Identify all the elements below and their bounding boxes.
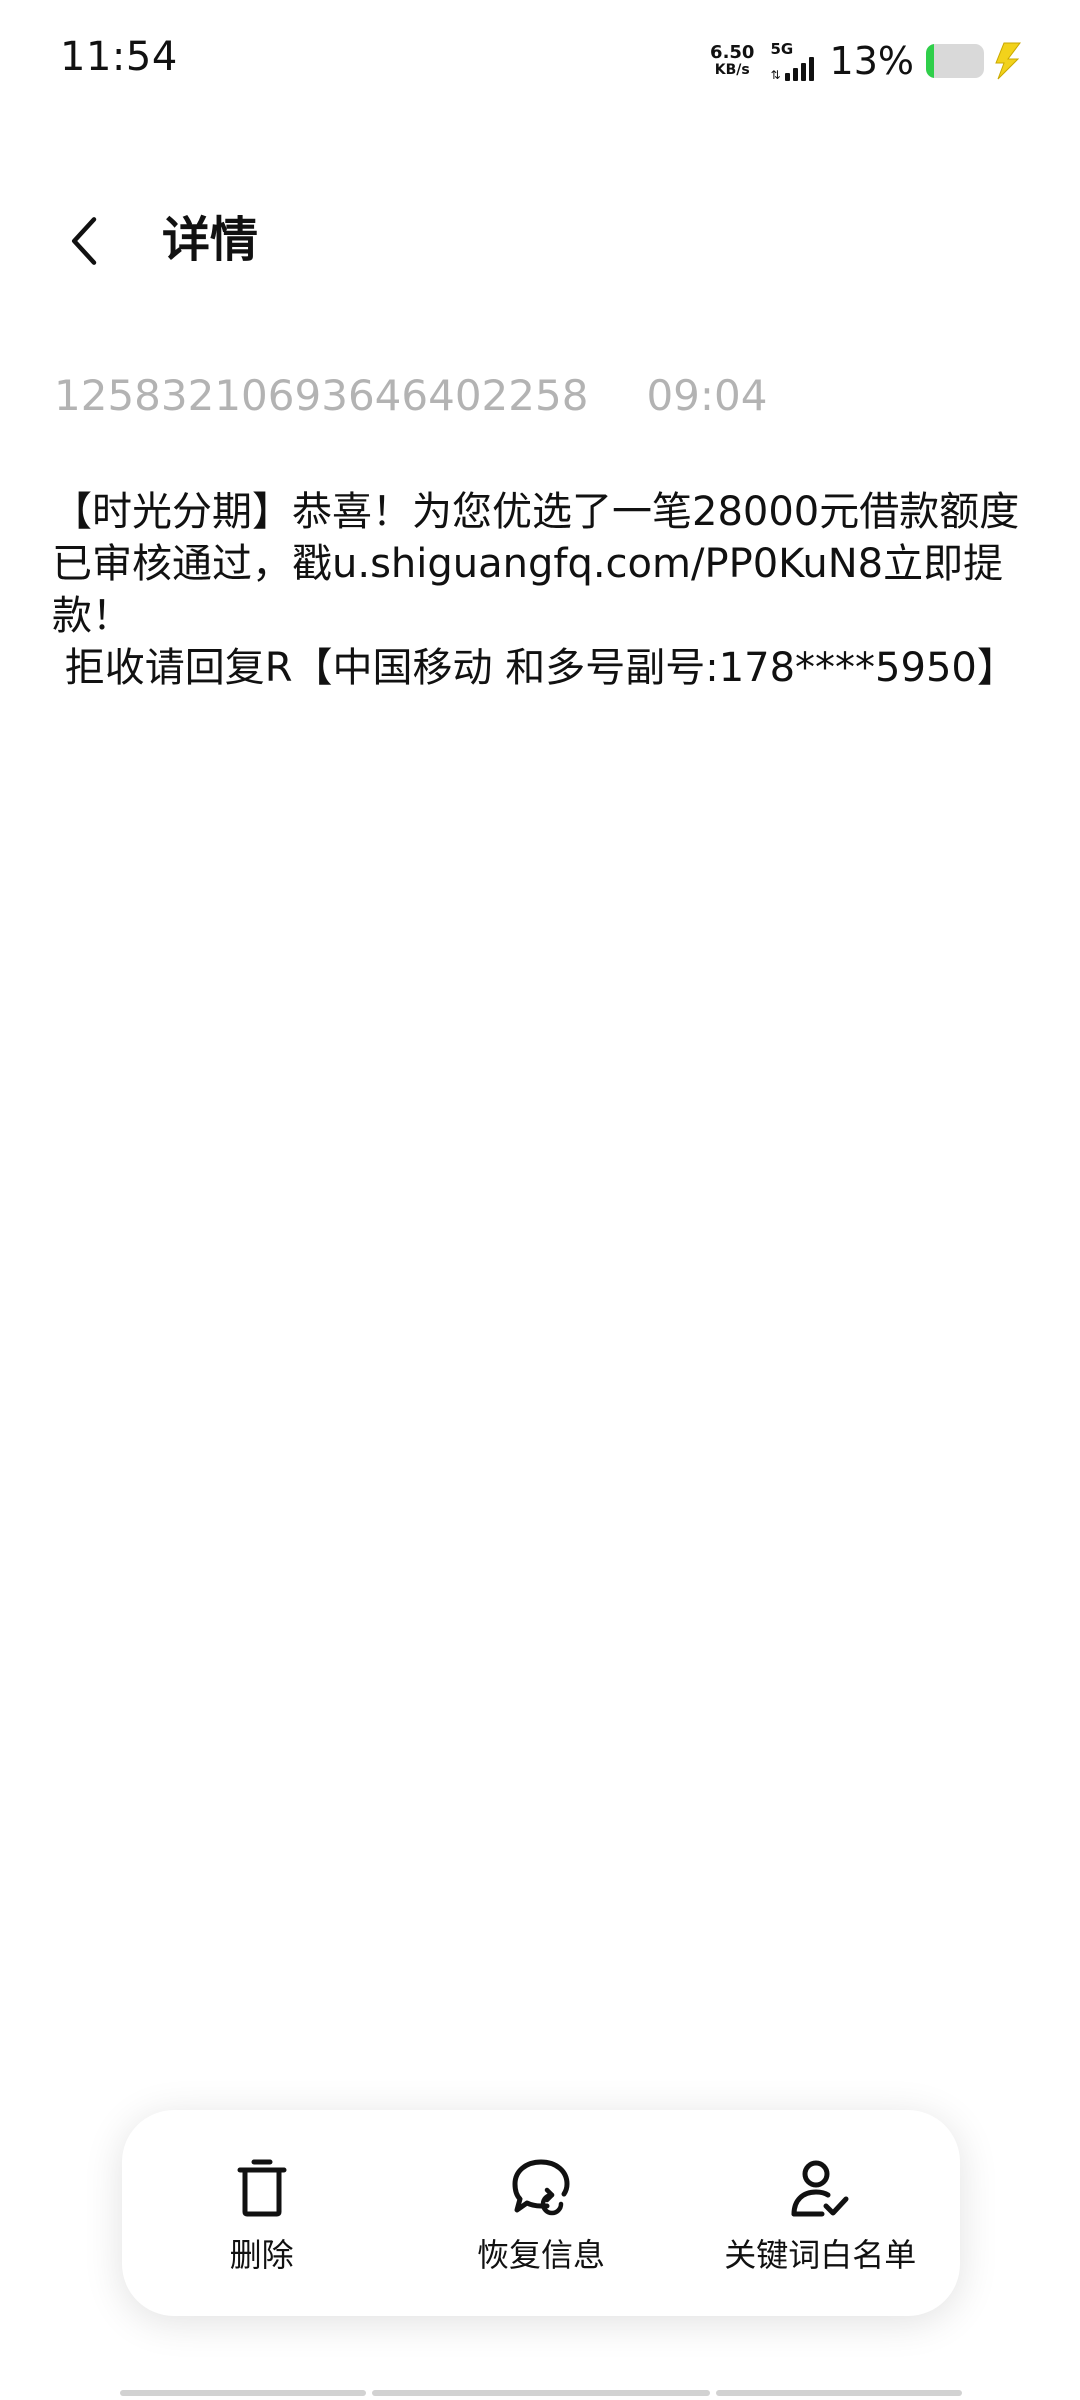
keyword-whitelist-label: 关键词白名单: [724, 2236, 917, 2274]
user-check-icon: [791, 2160, 849, 2217]
delete-button[interactable]: 删除: [147, 2150, 377, 2276]
chevron-left-icon: [71, 217, 97, 265]
message-time: 09:04: [646, 371, 768, 420]
restore-message-button[interactable]: 恢复信息: [426, 2150, 656, 2276]
keyword-whitelist-button[interactable]: 关键词白名单: [705, 2150, 935, 2276]
status-time: 11:54: [60, 34, 178, 80]
status-indicators: 6.50 KB/s 5G ⇅ 13%: [710, 38, 1022, 84]
bolt-icon: [995, 42, 1021, 80]
restore-message-icon: [512, 2159, 570, 2216]
network-speed-unit: KB/s: [714, 62, 750, 78]
status-bar: 11:54 6.50 KB/s 5G ⇅ 13%: [0, 0, 1080, 120]
message-detail-screen: 11:54 6.50 KB/s 5G ⇅ 13% 详情 125832106936…: [0, 0, 1080, 2400]
network-speed: 6.50 KB/s: [710, 42, 755, 79]
battery-icon: [926, 44, 984, 78]
battery-fill: [926, 44, 934, 78]
trash-icon: [237, 2159, 287, 2217]
bottom-scroll-indicator: [120, 2390, 962, 2396]
action-bar: 删除 恢复信息 关键词白名单: [122, 2110, 960, 2316]
message-body[interactable]: 【时光分期】恭喜！为您优选了一笔28000元借款额度已审核通过，戳u.shigu…: [52, 486, 1032, 694]
signal-bars-icon: ⇅: [770, 57, 814, 82]
page-title: 详情: [162, 212, 259, 268]
network-speed-value: 6.50: [710, 42, 755, 63]
restore-message-label: 恢复信息: [476, 2236, 605, 2274]
network-type: 5G: [770, 40, 794, 58]
data-arrows-icon: ⇅: [770, 68, 781, 82]
sender-number: 1258321069364640225​8: [54, 371, 589, 420]
battery-percent: 13%: [829, 39, 914, 83]
message-meta: 1258321069364640225​8 09:04: [54, 368, 767, 424]
back-button[interactable]: [50, 206, 120, 276]
cellular-signal: 5G ⇅: [770, 40, 814, 82]
header: 详情: [0, 190, 1080, 290]
delete-label: 删除: [229, 2236, 294, 2274]
